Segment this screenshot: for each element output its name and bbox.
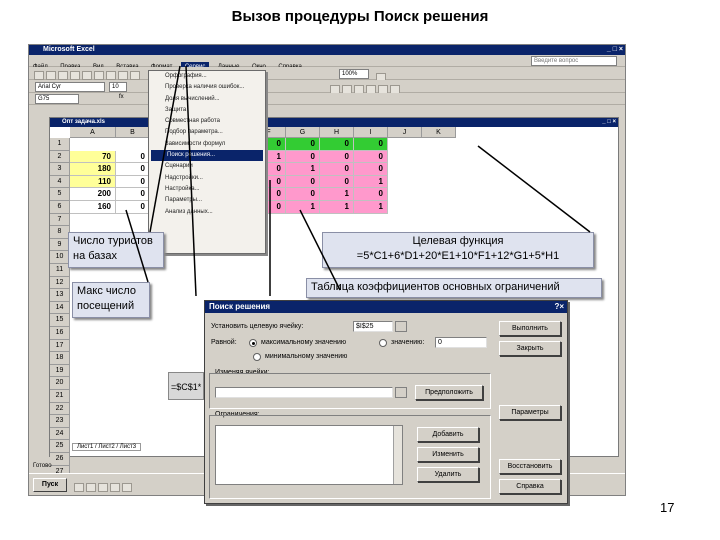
page-number: 17 bbox=[660, 500, 675, 515]
arrow-constraints bbox=[299, 209, 341, 291]
arrow-to-callout bbox=[149, 65, 181, 233]
arrow-target-cell bbox=[477, 145, 591, 233]
annotation-arrows bbox=[125, 65, 591, 297]
arrow-max-visits bbox=[125, 209, 149, 283]
arrow-menu-dialog bbox=[185, 65, 197, 297]
